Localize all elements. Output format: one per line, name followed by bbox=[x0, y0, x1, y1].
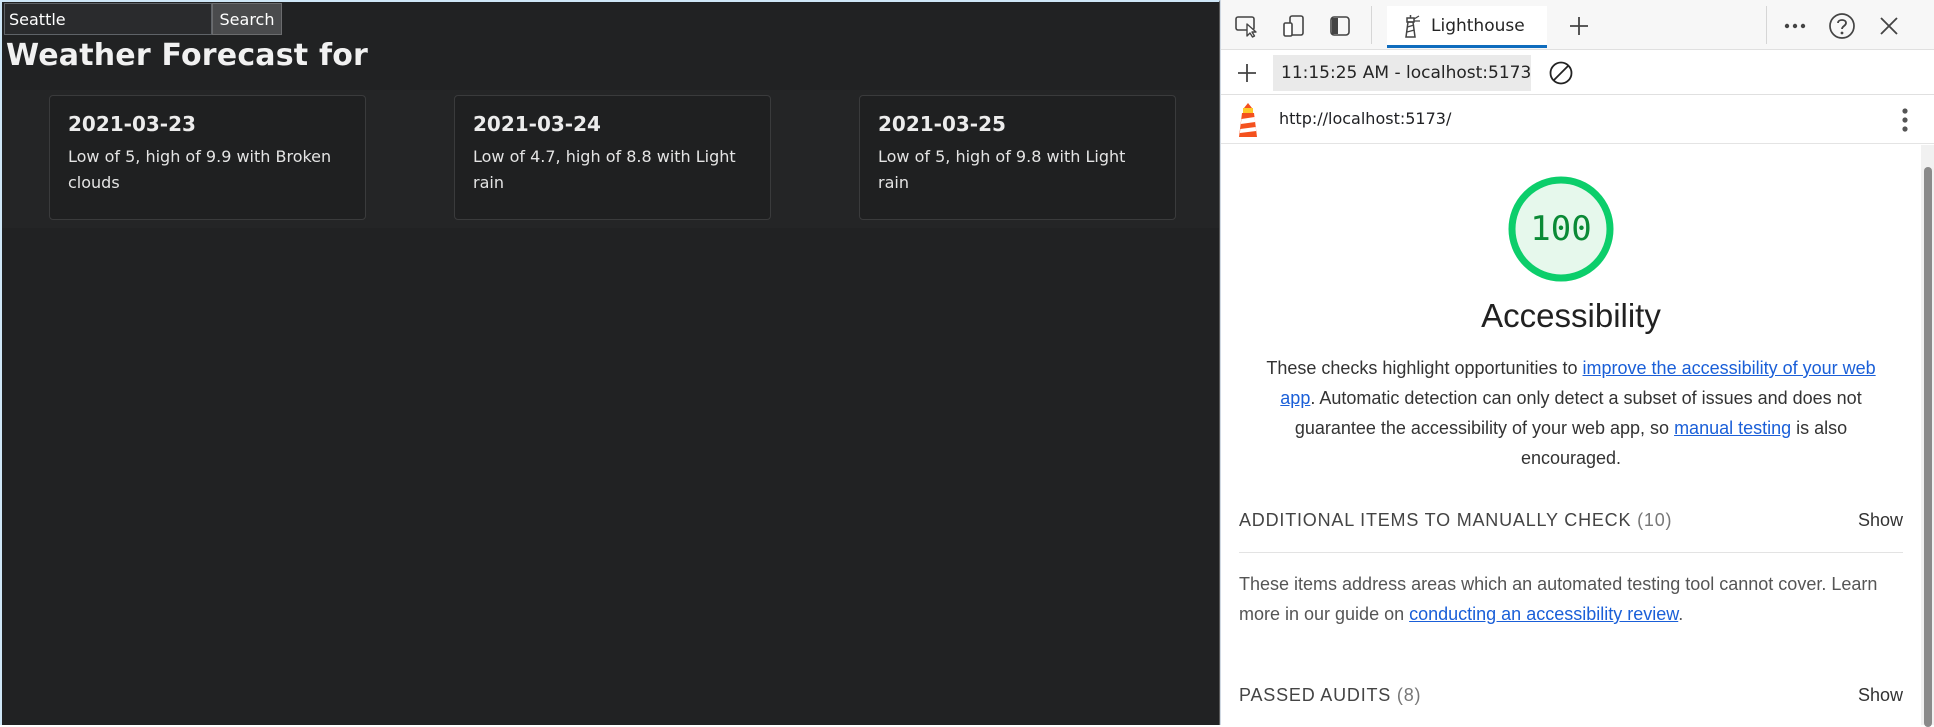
lighthouse-toolbar: 11:15:25 AM - localhost:5173 bbox=[1221, 51, 1934, 95]
inspect-element-icon bbox=[1235, 16, 1257, 38]
category-description: These checks highlight opportunities to … bbox=[1259, 353, 1883, 473]
forecast-card: 2021-03-23 Low of 5, high of 9.9 with Br… bbox=[49, 95, 366, 220]
passed-audits-group-header[interactable]: PASSED AUDITS (8) Show bbox=[1239, 680, 1903, 710]
more-tools-button[interactable] bbox=[1775, 6, 1815, 46]
description-text: These checks highlight opportunities to bbox=[1266, 358, 1583, 378]
report-menu-icon bbox=[1902, 108, 1908, 132]
lighthouse-logo-icon bbox=[1239, 103, 1257, 137]
group-title-text: PASSED AUDITS bbox=[1239, 684, 1392, 705]
forecast-list: 2021-03-23 Low of 5, high of 9.9 with Br… bbox=[2, 90, 1219, 228]
show-passed-audits-button[interactable]: Show bbox=[1858, 685, 1903, 706]
clear-reports-button[interactable] bbox=[1541, 53, 1581, 93]
forecast-card: 2021-03-25 Low of 5, high of 9.8 with Li… bbox=[859, 95, 1176, 220]
score-value: 100 bbox=[1530, 209, 1592, 249]
report-menu-button[interactable] bbox=[1885, 100, 1925, 140]
device-emulation-icon bbox=[1283, 15, 1304, 37]
forecast-summary: Low of 5, high of 9.9 with Broken clouds bbox=[68, 147, 332, 192]
lighthouse-icon bbox=[1405, 14, 1420, 38]
group-divider bbox=[1239, 552, 1903, 553]
add-tab-button[interactable] bbox=[1559, 6, 1599, 46]
search-button[interactable]: Search bbox=[212, 3, 282, 35]
scrollbar-thumb[interactable] bbox=[1924, 167, 1932, 727]
report-scrollbar[interactable] bbox=[1921, 145, 1934, 727]
manual-checks-group-header[interactable]: ADDITIONAL ITEMS TO MANUALLY CHECK (10) … bbox=[1239, 505, 1903, 535]
lighthouse-report: 100 Accessibility These checks highlight… bbox=[1221, 145, 1921, 725]
group-title: ADDITIONAL ITEMS TO MANUALLY CHECK (10) bbox=[1239, 510, 1672, 531]
tab-lighthouse[interactable]: Lighthouse bbox=[1387, 6, 1547, 48]
group-title: PASSED AUDITS (8) bbox=[1239, 685, 1421, 706]
report-url: http://localhost:5173/ bbox=[1279, 109, 1452, 128]
dock-side-icon bbox=[1330, 16, 1350, 36]
new-report-icon bbox=[1238, 64, 1256, 82]
new-report-button[interactable] bbox=[1227, 53, 1267, 93]
forecast-summary: Low of 5, high of 9.8 with Light rain bbox=[878, 147, 1126, 192]
group-title-text: ADDITIONAL ITEMS TO MANUALLY CHECK bbox=[1239, 509, 1632, 530]
forecast-date: 2021-03-25 bbox=[878, 112, 1006, 136]
forecast-card: 2021-03-24 Low of 4.7, high of 8.8 with … bbox=[454, 95, 771, 220]
search-row: Search bbox=[4, 3, 282, 35]
report-selector-value: 11:15:25 AM - localhost:5173 bbox=[1281, 63, 1531, 83]
webpage-viewport: Search Weather Forecast for 2021-03-23 L… bbox=[0, 0, 1220, 725]
toolbar-separator bbox=[1371, 6, 1372, 44]
manual-testing-link[interactable]: manual testing bbox=[1674, 418, 1791, 438]
show-manual-checks-button[interactable]: Show bbox=[1858, 510, 1903, 531]
forecast-date: 2021-03-24 bbox=[473, 112, 601, 136]
inspect-element-button[interactable] bbox=[1227, 6, 1267, 46]
close-devtools-button[interactable] bbox=[1869, 6, 1909, 46]
page-title: Weather Forecast for bbox=[6, 38, 369, 73]
more-tools-icon bbox=[1784, 23, 1806, 29]
devtools-panel: Lighthouse 11:15:25 AM - localhost:5173 … bbox=[1220, 0, 1934, 727]
tab-label: Lighthouse bbox=[1431, 15, 1525, 36]
dock-side-button[interactable] bbox=[1320, 6, 1360, 46]
group-count: (8) bbox=[1396, 684, 1422, 705]
devtools-tabbar: Lighthouse bbox=[1221, 0, 1934, 50]
manual-checks-description: These items address areas which an autom… bbox=[1239, 569, 1903, 629]
manual-checks-text-end: . bbox=[1678, 604, 1684, 624]
clear-icon bbox=[1549, 61, 1573, 85]
accessibility-score-gauge[interactable]: 100 bbox=[1507, 175, 1615, 283]
report-selector[interactable]: 11:15:25 AM - localhost:5173 bbox=[1273, 55, 1531, 91]
report-url-bar: http://localhost:5173/ bbox=[1221, 96, 1934, 144]
help-icon bbox=[1829, 13, 1855, 39]
forecast-summary: Low of 4.7, high of 8.8 with Light rain bbox=[473, 147, 736, 192]
close-icon bbox=[1880, 17, 1898, 35]
accessibility-review-link[interactable]: conducting an accessibility review bbox=[1409, 604, 1678, 624]
group-count: (10) bbox=[1637, 509, 1673, 530]
help-button[interactable] bbox=[1822, 6, 1862, 46]
toolbar-separator bbox=[1766, 6, 1767, 44]
category-title: Accessibility bbox=[1481, 297, 1661, 334]
forecast-date: 2021-03-23 bbox=[68, 112, 196, 136]
add-tab-icon bbox=[1570, 17, 1588, 35]
device-emulation-button[interactable] bbox=[1274, 6, 1314, 46]
city-search-input[interactable] bbox=[4, 3, 212, 35]
